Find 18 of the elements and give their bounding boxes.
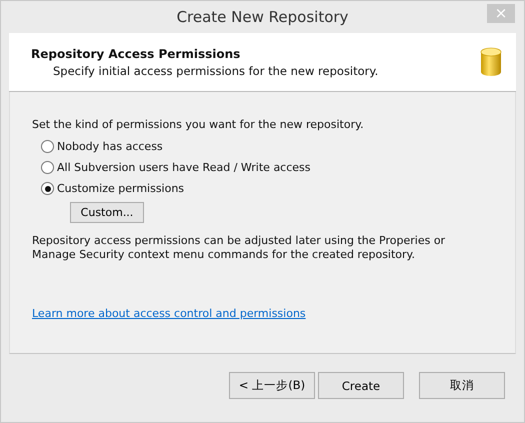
cylinder-icon <box>480 47 502 77</box>
cancel-button[interactable]: 取消 <box>419 372 505 399</box>
option-label: Customize permissions <box>57 182 184 195</box>
header-title: Repository Access Permissions <box>31 46 242 60</box>
window-title: Create New Repository <box>176 8 348 26</box>
back-button[interactable]: < 上一步(B) <box>229 372 315 399</box>
instruction-text: Set the kind of permissions you want for the new repository. <box>32 118 364 131</box>
radio-option[interactable]: Nobody has access <box>41 140 311 153</box>
radio-button[interactable] <box>41 161 54 174</box>
radio-button[interactable] <box>41 140 54 153</box>
help-link[interactable]: Learn more about access control and permissions <box>32 307 306 320</box>
radio-option[interactable]: Customize permissions <box>41 182 311 195</box>
custom-button[interactable]: Custom... <box>70 202 144 223</box>
option-label: Nobody has access <box>57 140 163 153</box>
create-button[interactable]: Create <box>318 372 404 399</box>
note-text: Repository access permissions can be adjusted later using the Properies or Manage Security context menu commands for the created repository. <box>32 234 446 262</box>
radio-button[interactable] <box>41 182 54 195</box>
header-subtitle: Specify initial access permissions for the new repository. <box>52 64 378 78</box>
